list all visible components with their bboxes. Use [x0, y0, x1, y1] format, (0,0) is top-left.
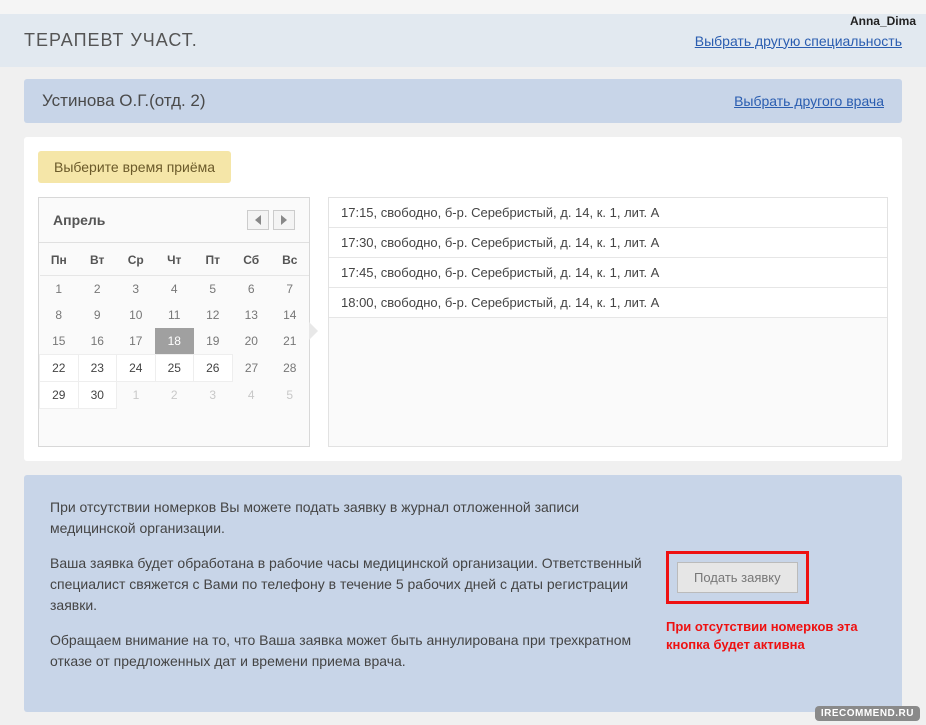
calendar-prev-button[interactable]: [247, 210, 269, 230]
choose-time-label: Выберите время приёма: [38, 151, 231, 183]
calendar-day[interactable]: 8: [40, 302, 79, 328]
info-paragraph: Обращаем внимание на то, что Ваша заявка…: [50, 630, 642, 672]
deferred-request-block: При отсутствии номерков Вы можете подать…: [24, 475, 902, 712]
calendar-day[interactable]: 11: [155, 302, 194, 328]
calendar-day: 4: [232, 382, 271, 409]
calendar-day[interactable]: 16: [78, 328, 117, 355]
time-slot[interactable]: 17:45, свободно, б-р. Серебристый, д. 14…: [329, 258, 887, 288]
submit-request-button[interactable]: Подать заявку: [677, 562, 798, 593]
info-paragraph: Ваша заявка будет обработана в рабочие ч…: [50, 553, 642, 616]
calendar-day[interactable]: 26: [194, 355, 233, 382]
submit-highlight-box: Подать заявку: [666, 551, 809, 604]
calendar-day[interactable]: 5: [194, 276, 233, 303]
calendar-day[interactable]: 9: [78, 302, 117, 328]
calendar-day[interactable]: 25: [155, 355, 194, 382]
calendar-day[interactable]: 17: [117, 328, 156, 355]
calendar-day[interactable]: 15: [40, 328, 79, 355]
calendar-day[interactable]: 27: [232, 355, 271, 382]
speciality-bar: ТЕРАПЕВТ УЧАСТ. Выбрать другую специальн…: [0, 14, 926, 67]
doctor-bar: Устинова О.Г.(отд. 2) Выбрать другого вр…: [24, 79, 902, 123]
watermark-username: Anna_Dima: [850, 14, 916, 28]
calendar: Апрель ПнВтСрЧтПтСбВс 123456789101112131…: [38, 197, 310, 447]
time-slot[interactable]: 17:30, свободно, б-р. Серебристый, д. 14…: [329, 228, 887, 258]
chevron-right-icon: [280, 215, 288, 225]
doctor-name: Устинова О.Г.(отд. 2): [42, 91, 206, 111]
calendar-day[interactable]: 2: [78, 276, 117, 303]
weekday-header: Сб: [232, 243, 271, 276]
weekday-header: Вт: [78, 243, 117, 276]
calendar-day[interactable]: 7: [271, 276, 310, 303]
time-slots-list: 17:15, свободно, б-р. Серебристый, д. 14…: [328, 197, 888, 447]
calendar-day[interactable]: 14: [271, 302, 310, 328]
change-speciality-link[interactable]: Выбрать другую специальность: [695, 33, 902, 49]
weekday-header: Чт: [155, 243, 194, 276]
calendar-day[interactable]: 22: [40, 355, 79, 382]
calendar-day[interactable]: 21: [271, 328, 310, 355]
calendar-next-button[interactable]: [273, 210, 295, 230]
weekday-header: Ср: [117, 243, 156, 276]
time-slot[interactable]: 17:15, свободно, б-р. Серебристый, д. 14…: [329, 198, 887, 228]
calendar-day[interactable]: 12: [194, 302, 233, 328]
calendar-day[interactable]: 3: [117, 276, 156, 303]
calendar-day[interactable]: 19: [194, 328, 233, 355]
calendar-day[interactable]: 29: [40, 382, 79, 409]
calendar-day[interactable]: 6: [232, 276, 271, 303]
speciality-title: ТЕРАПЕВТ УЧАСТ.: [24, 30, 198, 51]
calendar-day[interactable]: 23: [78, 355, 117, 382]
calendar-day[interactable]: 18: [155, 328, 194, 355]
weekday-header: Пн: [40, 243, 79, 276]
info-paragraph: При отсутствии номерков Вы можете подать…: [50, 497, 642, 539]
change-doctor-link[interactable]: Выбрать другого врача: [734, 93, 884, 109]
calendar-day[interactable]: 20: [232, 328, 271, 355]
calendar-day[interactable]: 4: [155, 276, 194, 303]
calendar-day: 1: [117, 382, 156, 409]
calendar-day: 3: [194, 382, 233, 409]
weekday-header: Пт: [194, 243, 233, 276]
weekday-header: Вс: [271, 243, 310, 276]
annotation-note: При отсутствии номерков эта кнопка будет…: [666, 618, 876, 654]
calendar-month: Апрель: [53, 212, 105, 228]
watermark-site: IRECOMMEND.RU: [815, 706, 920, 721]
appointment-content: Выберите время приёма Апрель ПнВтСрЧ: [24, 137, 902, 461]
calendar-day: 2: [155, 382, 194, 409]
calendar-day[interactable]: 13: [232, 302, 271, 328]
time-slot[interactable]: 18:00, свободно, б-р. Серебристый, д. 14…: [329, 288, 887, 318]
calendar-grid: ПнВтСрЧтПтСбВс 1234567891011121314151617…: [39, 243, 309, 409]
calendar-day[interactable]: 28: [271, 355, 310, 382]
deferred-request-text: При отсутствии номерков Вы можете подать…: [50, 497, 642, 686]
calendar-day[interactable]: 1: [40, 276, 79, 303]
calendar-day[interactable]: 30: [78, 382, 117, 409]
calendar-day[interactable]: 24: [117, 355, 156, 382]
calendar-day: 5: [271, 382, 310, 409]
calendar-day[interactable]: 10: [117, 302, 156, 328]
chevron-left-icon: [254, 215, 262, 225]
